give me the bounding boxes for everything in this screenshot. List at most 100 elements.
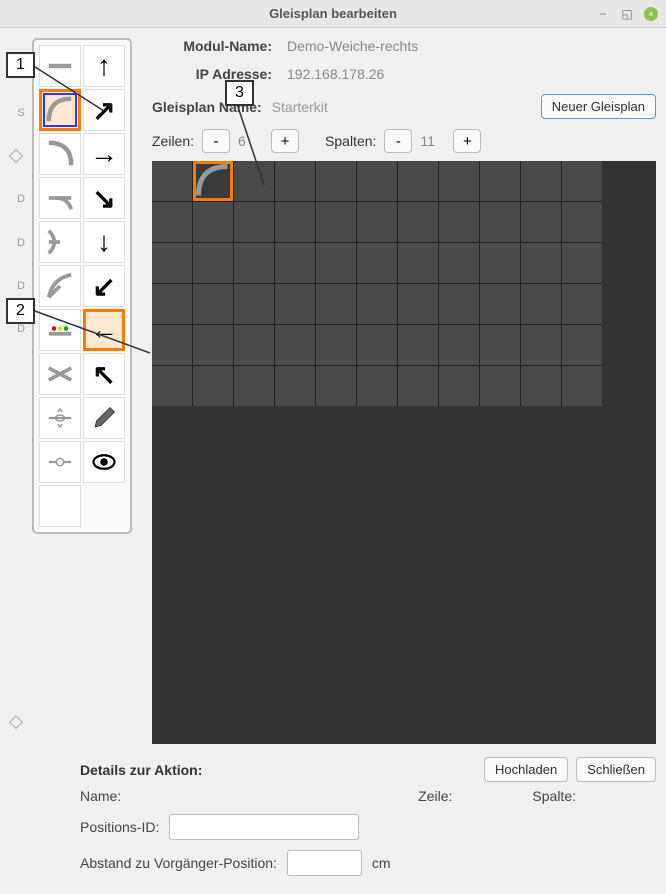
close-dialog-button[interactable]: Schließen [576, 757, 656, 782]
track-crossing[interactable] [39, 353, 81, 395]
distance-input[interactable] [287, 850, 362, 876]
grid-cell[interactable] [234, 202, 274, 242]
track-sensor[interactable] [39, 441, 81, 483]
grid-cell[interactable] [193, 161, 233, 201]
track-switch-3[interactable] [39, 265, 81, 307]
grid-cell[interactable] [193, 243, 233, 283]
cols-plus-button[interactable]: + [453, 129, 481, 153]
grid-cell[interactable] [234, 161, 274, 201]
grid-cell[interactable] [152, 161, 192, 201]
track-curve-selected[interactable] [39, 89, 81, 131]
grid-cell[interactable] [439, 161, 479, 201]
grid-cell[interactable] [439, 325, 479, 365]
arrow-up[interactable]: ↑ [83, 45, 125, 87]
grid-cell[interactable] [562, 202, 602, 242]
posid-input[interactable] [169, 814, 359, 840]
grid-cell[interactable] [439, 243, 479, 283]
grid-cell[interactable] [398, 243, 438, 283]
grid-cell[interactable] [439, 284, 479, 324]
grid-cell[interactable] [357, 161, 397, 201]
grid-cell[interactable] [234, 243, 274, 283]
grid-cell[interactable] [480, 202, 520, 242]
track-empty[interactable] [39, 485, 81, 527]
cols-minus-button[interactable]: - [384, 129, 412, 153]
grid-cell[interactable] [521, 284, 561, 324]
grid-cell[interactable] [234, 366, 274, 406]
track-decoupler[interactable] [39, 397, 81, 439]
grid-cell[interactable] [357, 284, 397, 324]
arrow-down-right[interactable]: ↘ [83, 177, 125, 219]
grid-cell[interactable] [521, 243, 561, 283]
grid-cell[interactable] [562, 325, 602, 365]
grid-cell[interactable] [398, 366, 438, 406]
grid-cell[interactable] [398, 202, 438, 242]
rows-plus-button[interactable]: + [271, 129, 299, 153]
grid-cell[interactable] [357, 325, 397, 365]
tool-eye[interactable] [83, 441, 125, 483]
grid-cell[interactable] [193, 366, 233, 406]
grid-cell[interactable] [357, 243, 397, 283]
grid-cell[interactable] [316, 161, 356, 201]
grid-cell[interactable] [316, 366, 356, 406]
grid-cell[interactable] [316, 243, 356, 283]
grid-cell[interactable] [480, 325, 520, 365]
grid-cell[interactable] [152, 284, 192, 324]
grid-cell[interactable] [521, 161, 561, 201]
grid-cell[interactable] [275, 325, 315, 365]
grid-cell[interactable] [439, 366, 479, 406]
grid-cell[interactable] [275, 161, 315, 201]
track-signal[interactable] [39, 309, 81, 351]
grid-cell[interactable] [480, 366, 520, 406]
grid-cell[interactable] [521, 202, 561, 242]
arrow-down-left[interactable]: ↙ [83, 265, 125, 307]
grid-cell[interactable] [152, 366, 192, 406]
grid-cell[interactable] [193, 325, 233, 365]
arrow-left-selected[interactable]: ← [83, 309, 125, 351]
upload-button[interactable]: Hochladen [484, 757, 568, 782]
grid-cell[interactable] [562, 161, 602, 201]
grid-cell[interactable] [234, 284, 274, 324]
grid-cell[interactable] [398, 284, 438, 324]
tool-pencil[interactable] [83, 397, 125, 439]
maximize-button[interactable]: ◱ [620, 7, 634, 21]
grid-cell[interactable] [152, 325, 192, 365]
minimize-button[interactable]: − [596, 7, 610, 21]
callout-2: 2 [6, 298, 35, 324]
grid-cell[interactable] [152, 243, 192, 283]
track-switch-1[interactable] [39, 177, 81, 219]
grid-cell[interactable] [562, 243, 602, 283]
grid-cell[interactable] [234, 325, 274, 365]
grid-cell[interactable] [480, 284, 520, 324]
arrow-right[interactable]: → [83, 133, 125, 175]
grid-cell[interactable] [316, 202, 356, 242]
track-switch-2[interactable] [39, 221, 81, 263]
grid-cell[interactable] [480, 243, 520, 283]
grid-cell[interactable] [152, 202, 192, 242]
grid-cell[interactable] [439, 202, 479, 242]
grid-cell[interactable] [521, 366, 561, 406]
grid-cell[interactable] [521, 325, 561, 365]
grid-cell[interactable] [480, 161, 520, 201]
track-curve-2[interactable] [39, 133, 81, 175]
grid-cell[interactable] [357, 366, 397, 406]
grid-cell[interactable] [193, 284, 233, 324]
track-straight[interactable] [39, 45, 81, 87]
grid-cell[interactable] [357, 202, 397, 242]
grid-cell[interactable] [562, 284, 602, 324]
grid-cell[interactable] [398, 325, 438, 365]
arrow-up-right[interactable]: ↗ [83, 89, 125, 131]
grid-cell[interactable] [316, 325, 356, 365]
grid-cell[interactable] [398, 161, 438, 201]
grid-cell[interactable] [275, 243, 315, 283]
grid-cell[interactable] [193, 202, 233, 242]
arrow-up-left[interactable]: ↖ [83, 353, 125, 395]
grid-cell[interactable] [562, 366, 602, 406]
rows-minus-button[interactable]: - [202, 129, 230, 153]
grid-cell[interactable] [275, 284, 315, 324]
grid-cell[interactable] [275, 202, 315, 242]
new-plan-button[interactable]: Neuer Gleisplan [541, 94, 656, 119]
grid-cell[interactable] [275, 366, 315, 406]
grid-cell[interactable] [316, 284, 356, 324]
arrow-down[interactable]: ↓ [83, 221, 125, 263]
close-button[interactable]: × [644, 7, 658, 21]
